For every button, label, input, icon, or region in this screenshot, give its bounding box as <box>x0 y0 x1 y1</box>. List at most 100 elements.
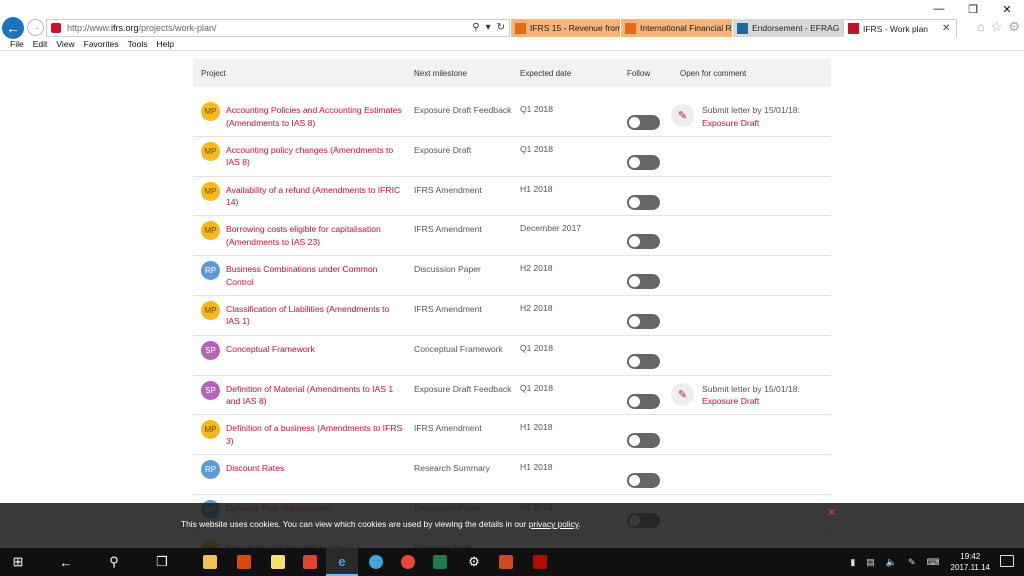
settings-gear-icon[interactable]: ⚙ <box>1008 19 1020 35</box>
app-a-icon[interactable] <box>294 548 326 576</box>
next-milestone: IFRS Amendment <box>414 423 482 434</box>
pencil-icon[interactable]: ✎ <box>671 104 694 127</box>
sticky-notes-icon[interactable] <box>262 548 294 576</box>
close-tab-icon[interactable]: ✕ <box>942 23 950 34</box>
comment-link[interactable]: Exposure Draft <box>702 395 800 408</box>
expected-date: H2 2018 <box>520 302 553 313</box>
project-link[interactable]: Accounting Policies and Accounting Estim… <box>226 104 404 129</box>
favorites-star-icon[interactable]: ☆ <box>991 19 1003 35</box>
follow-toggle[interactable] <box>627 115 660 130</box>
next-milestone: Exposure Draft Feedback <box>414 105 512 115</box>
dropdown-icon[interactable]: ▾ <box>486 22 491 33</box>
task-view-icon[interactable]: ❐ <box>146 548 178 576</box>
next-milestone: IFRS Amendment <box>414 303 482 314</box>
project-link[interactable]: Conceptual Framework <box>226 343 404 356</box>
windows-start-icon[interactable]: ⊞ <box>2 548 34 576</box>
project-link[interactable]: Definition of a business (Amendments to … <box>226 422 404 447</box>
follow-toggle[interactable] <box>627 473 660 489</box>
project-link[interactable]: Classification of Liabilities (Amendment… <box>226 303 404 328</box>
internet-explorer-icon[interactable]: e <box>326 548 358 576</box>
privacy-policy-link[interactable]: privacy policy <box>529 519 579 529</box>
project-link[interactable]: Borrowing costs eligible for capitalisat… <box>226 223 404 248</box>
header-project: Project <box>201 68 226 78</box>
table-row: MP Definition of a business (Amendments t… <box>193 415 831 456</box>
project-type-badge: SP <box>201 380 220 400</box>
browser-tab[interactable]: IFRS - Work plan ✕ <box>843 19 957 37</box>
url-text: http://www.ifrs.org/projects/work-plan/ <box>67 23 217 33</box>
close-window-icon[interactable]: ✕ <box>990 0 1024 18</box>
window-controls: — ❐ ✕ <box>922 0 1024 18</box>
onenote-icon[interactable] <box>228 548 260 576</box>
project-type-badge: MP <box>201 300 220 320</box>
powerpoint-icon[interactable] <box>490 548 522 576</box>
network-icon[interactable]: ▤ <box>866 557 875 568</box>
next-milestone: Exposure Draft <box>414 144 472 155</box>
search-icon[interactable]: ⚲ <box>98 548 130 576</box>
clock[interactable]: 19:42 2017.11.14 <box>951 551 990 573</box>
table-row: MP Availability of a refund (Amendments t… <box>193 177 831 217</box>
browser-tab[interactable]: IFRS 15 - Revenue from ... <box>511 19 621 37</box>
home-icon[interactable]: ⌂ <box>977 19 985 35</box>
back-arrow-icon[interactable]: ← <box>50 548 82 576</box>
menu-item[interactable]: Edit <box>33 39 48 49</box>
follow-toggle[interactable] <box>627 353 660 369</box>
tab-label: Endorsement - EFRAG <box>752 23 840 33</box>
follow-toggle[interactable] <box>627 154 660 170</box>
address-bar[interactable]: http://www.ifrs.org/projects/work-plan/ … <box>46 19 510 37</box>
follow-toggle[interactable] <box>627 274 660 290</box>
follow-toggle[interactable] <box>627 313 660 329</box>
project-link[interactable]: Accounting policy changes (Amendments to… <box>226 144 404 169</box>
menu-item[interactable]: Favorites <box>84 39 119 49</box>
project-link[interactable]: Business Combinations under Common Contr… <box>226 263 404 288</box>
menu-item[interactable]: File <box>10 39 24 49</box>
expected-date: H1 2018 <box>520 422 553 433</box>
project-table: MP Accounting Policies and Accounting Est… <box>193 97 831 548</box>
keyboard-icon[interactable]: ⌨ <box>927 557 940 568</box>
pencil-icon[interactable]: ✎ <box>671 382 694 406</box>
taskbar: ⊞ ← ⚲ ❐ e ⚙ ▮ ▤ 🔈 ✎ ⌨ 19:42 2017.11.14 <box>0 548 1024 576</box>
browser-tab[interactable]: International Financial R... <box>621 19 733 37</box>
follow-toggle[interactable] <box>627 194 660 210</box>
refresh-icon[interactable]: ↻ <box>497 22 505 33</box>
project-link[interactable]: Discount Rates <box>226 462 404 475</box>
forward-button[interactable]: → <box>27 19 44 36</box>
comment-link[interactable]: Exposure Draft <box>702 117 800 130</box>
browser-tab[interactable]: Endorsement - EFRAG <box>733 19 843 37</box>
tab-favicon-icon <box>515 22 526 34</box>
follow-toggle[interactable] <box>627 234 660 250</box>
table-header: Project Next milestone Expected date Fol… <box>193 59 831 87</box>
menu-bar: File Edit View Favorites Tools Help <box>0 38 1024 51</box>
open-for-comment: Submit letter by 15/01/18: Exposure Draft <box>702 104 800 129</box>
browser-toolbar-icons: ⌂ ☆ ⚙ <box>977 19 1020 35</box>
cookie-banner: This website uses cookies. You can view … <box>0 503 1024 548</box>
pen-icon[interactable]: ✎ <box>908 557 916 568</box>
menu-item[interactable]: Tools <box>128 39 148 49</box>
expected-date: H1 2018 <box>520 462 553 473</box>
battery-icon[interactable]: ▮ <box>850 557 855 568</box>
project-type-badge: MP <box>201 141 220 161</box>
cookie-close-icon[interactable]: ✕ <box>827 506 836 519</box>
menu-item[interactable]: View <box>56 39 74 49</box>
back-button[interactable]: ← <box>2 17 24 39</box>
menu-item[interactable]: Help <box>156 39 173 49</box>
next-milestone: Conceptual Framework <box>414 343 503 354</box>
acrobat-icon[interactable] <box>524 548 556 576</box>
project-link[interactable]: Availability of a refund (Amendments to … <box>226 184 404 209</box>
app-s-icon[interactable] <box>424 548 456 576</box>
minimize-icon[interactable]: — <box>922 0 956 18</box>
project-link[interactable]: Definition of Material (Amendments to IA… <box>226 383 404 408</box>
open-for-comment: Submit letter by 15/01/18: Exposure Draft <box>702 383 800 408</box>
globe-app-icon[interactable] <box>360 548 392 576</box>
notifications-icon[interactable] <box>1000 555 1014 567</box>
follow-toggle[interactable] <box>627 433 660 449</box>
file-explorer-icon[interactable] <box>194 548 226 576</box>
settings-gear-icon[interactable]: ⚙ <box>458 548 490 576</box>
volume-muted-icon[interactable]: 🔈 <box>886 557 897 568</box>
restore-icon[interactable]: ❐ <box>956 0 990 18</box>
table-row: MP Accounting policy changes (Amendments … <box>193 137 831 177</box>
chrome-icon[interactable] <box>392 548 424 576</box>
search-icon[interactable]: ⚲ <box>472 22 479 33</box>
table-row: RP Business Combinations under Common Con… <box>193 256 831 296</box>
follow-toggle[interactable] <box>627 393 660 409</box>
project-type-badge: MP <box>201 221 220 241</box>
